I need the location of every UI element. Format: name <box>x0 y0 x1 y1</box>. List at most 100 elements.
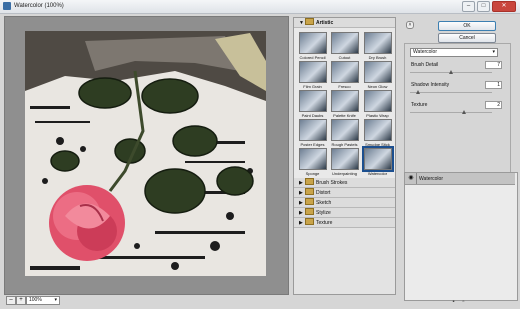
slider-handle[interactable] <box>416 90 421 94</box>
filter-preview-image <box>330 32 359 54</box>
filter-label: Rough Pastels <box>331 142 358 147</box>
param-label: Brush Detail <box>411 62 439 68</box>
folder-icon <box>305 188 314 195</box>
filter-gallery: ▼ Artistic Colored Pencil Cutout Dry Brus… <box>293 17 396 295</box>
param-texture: Texture 2 <box>410 101 506 119</box>
category-label: Brush Strokes <box>316 180 348 186</box>
filter-preview-image <box>361 146 394 172</box>
filter-thumb[interactable]: Paint Daubs <box>297 90 328 119</box>
folder-icon <box>305 198 314 205</box>
filter-label: Underpainting <box>332 171 357 176</box>
param-value-input[interactable]: 2 <box>485 101 502 109</box>
cancel-button[interactable]: Cancel <box>438 33 496 43</box>
filter-thumb[interactable]: Colored Pencil <box>297 32 328 61</box>
chevron-down-icon: ▾ <box>54 297 57 303</box>
param-value-input[interactable]: 7 <box>485 61 502 69</box>
filter-thumb[interactable]: Film Grain <box>297 61 328 90</box>
new-effect-layer-icon[interactable]: ▪ <box>450 299 457 305</box>
category-distort[interactable]: ▶ Distort <box>294 188 395 198</box>
filter-thumb-selected[interactable]: Watercolor <box>361 146 394 177</box>
filter-label: Fresco <box>338 84 351 89</box>
filter-preview-image <box>330 148 359 170</box>
effect-layer-label: Watercolor <box>419 176 443 182</box>
effect-layers-panel: ◉ Watercolor <box>404 172 518 301</box>
eye-icon[interactable]: ◉ <box>407 175 415 182</box>
delete-effect-layer-icon[interactable]: ▫ <box>460 299 467 305</box>
slider-track <box>410 112 492 113</box>
param-label: Shadow Intensity <box>411 82 450 88</box>
filter-label: Cutout <box>338 55 351 60</box>
filter-thumb[interactable]: Fresco <box>329 61 360 90</box>
param-label: Texture <box>411 102 428 108</box>
divider <box>416 173 417 184</box>
zoom-select[interactable]: 100% ▾ <box>26 296 60 305</box>
filter-select[interactable]: Watercolor ▾ <box>410 48 498 57</box>
filter-label: Watercolor <box>367 171 388 176</box>
folder-icon <box>305 208 314 215</box>
category-label: Texture <box>316 220 333 226</box>
filter-thumb[interactable]: Neon Glow <box>362 61 393 90</box>
filter-label: Sponge <box>305 171 320 176</box>
param-value-input[interactable]: 1 <box>485 81 502 89</box>
filter-preview-image <box>330 90 359 112</box>
filter-label: Colored Pencil <box>299 55 326 60</box>
category-texture[interactable]: ▶ Texture <box>294 218 395 228</box>
slider-track <box>410 92 492 93</box>
zoom-bar: – + 100% ▾ <box>4 295 287 305</box>
slider-handle[interactable] <box>449 70 453 74</box>
filter-thumb[interactable]: Underpainting <box>329 148 360 177</box>
filter-thumb[interactable]: Sponge <box>297 148 328 177</box>
zoom-in-button[interactable]: + <box>16 296 26 305</box>
filter-thumb[interactable]: Cutout <box>329 32 360 61</box>
filter-label: Smudge Stick <box>365 142 390 147</box>
ok-button[interactable]: OK <box>438 21 496 31</box>
category-sketch[interactable]: ▶ Sketch <box>294 198 395 208</box>
settings-panel: ˄ OK Cancel Watercolor ▾ Brush Detail 7 … <box>404 17 518 307</box>
filter-thumb[interactable]: Palette Knife <box>329 90 360 119</box>
filter-preview-image <box>298 148 327 170</box>
filter-label: Palette Knife <box>333 113 356 118</box>
minimize-button[interactable]: – <box>462 1 475 12</box>
filter-thumb[interactable]: Plastic Wrap <box>362 90 393 119</box>
slider-handle[interactable] <box>462 110 467 114</box>
category-brush-strokes[interactable]: ▶ Brush Strokes <box>294 178 395 188</box>
filter-thumb[interactable]: Dry Brush <box>362 32 393 61</box>
filter-thumb[interactable]: Poster Edges <box>297 119 328 148</box>
folder-icon <box>305 218 314 225</box>
filter-preview-image <box>330 61 359 83</box>
filter-preview-image <box>363 119 392 141</box>
filter-label: Film Grain <box>303 84 322 89</box>
zoom-out-button[interactable]: – <box>6 296 16 305</box>
filter-thumb[interactable]: Smudge Stick <box>362 119 393 148</box>
filter-preview-image <box>363 90 392 112</box>
collapse-gallery-button[interactable]: ˄ <box>406 21 414 29</box>
category-label: Distort <box>316 190 331 196</box>
filter-thumb[interactable]: Rough Pastels <box>329 119 360 148</box>
chevron-down-icon: ▾ <box>492 49 495 55</box>
effect-layer-row[interactable]: ◉ Watercolor <box>405 173 515 185</box>
filter-label: Neon Glow <box>367 84 388 89</box>
zoom-value: 100% <box>29 297 42 303</box>
preview-canvas[interactable] <box>4 16 289 295</box>
category-label: Sketch <box>316 200 332 206</box>
filter-preview-image <box>298 90 327 112</box>
filter-preview-image <box>298 61 327 83</box>
title-bar: Watercolor (100%) – □ ✕ <box>0 0 520 14</box>
app-icon <box>3 2 11 10</box>
close-button[interactable]: ✕ <box>492 1 516 12</box>
maximize-button[interactable]: □ <box>477 1 490 12</box>
category-stylize[interactable]: ▶ Stylize <box>294 208 395 218</box>
preview-image <box>25 31 266 276</box>
filter-preview-image <box>363 32 392 54</box>
filter-label: Plastic Wrap <box>366 113 389 118</box>
filter-label: Paint Daubs <box>301 113 324 118</box>
category-list: ▶ Brush Strokes ▶ Distort ▶ Sketch ▶ Stylize… <box>294 178 395 228</box>
filter-select-value: Watercolor <box>413 49 437 55</box>
filter-preview-image <box>363 61 392 83</box>
category-artistic[interactable]: ▼ Artistic <box>294 18 395 28</box>
filter-preview-image <box>298 32 327 54</box>
filter-preview-image <box>298 119 327 141</box>
filter-thumbnails: Colored Pencil Cutout Dry Brush Film Gra… <box>294 28 395 178</box>
category-label: Artistic <box>316 20 334 26</box>
window-title: Watercolor (100%) <box>14 3 64 9</box>
